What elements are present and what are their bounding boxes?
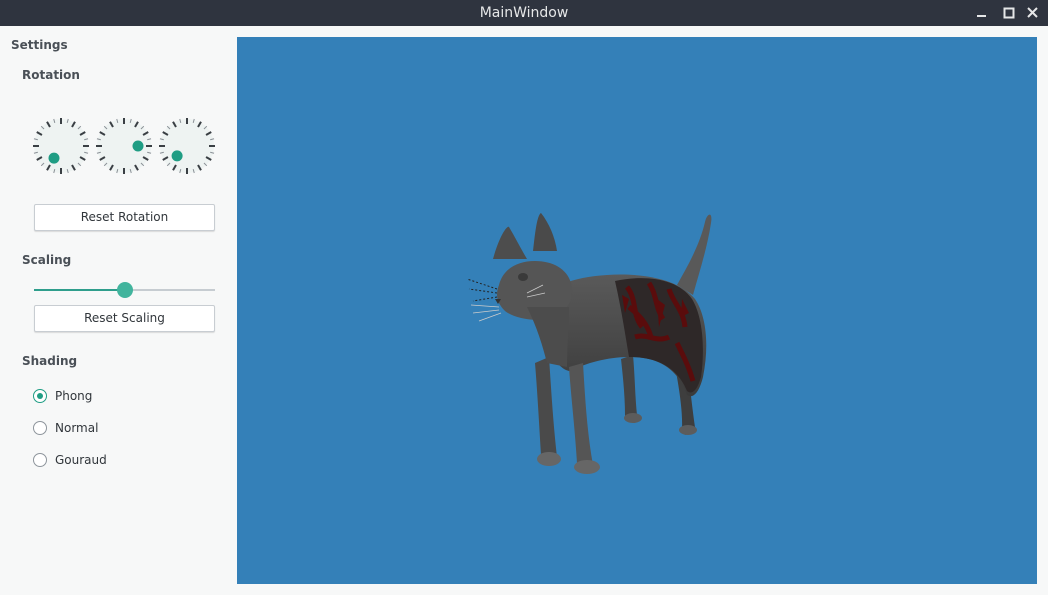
scaling-heading: Scaling (22, 253, 72, 267)
close-button[interactable] (1023, 3, 1043, 23)
minimize-button[interactable] (972, 3, 992, 23)
cat-model (466, 213, 712, 474)
dial-face (159, 118, 215, 174)
scaling-slider[interactable] (34, 280, 215, 300)
maximize-button[interactable] (999, 3, 1019, 23)
rotation-dial-x[interactable] (32, 117, 90, 175)
radio-label: Phong (55, 389, 93, 403)
settings-panel: Settings Rotation Reset Rotation Scaling… (0, 26, 232, 595)
title-bar: MainWindow (0, 0, 1048, 26)
close-icon (1027, 7, 1038, 18)
dial-knob (171, 150, 183, 162)
dial-knob (48, 152, 60, 164)
settings-title: Settings (11, 38, 68, 52)
minimize-icon (977, 15, 986, 17)
radio-button[interactable] (33, 389, 47, 403)
dial-knob (132, 140, 144, 152)
main-window: Settings Rotation Reset Rotation Scaling… (0, 26, 1048, 595)
rotation-heading: Rotation (22, 68, 80, 82)
rotation-dial-z[interactable] (158, 117, 216, 175)
radio-button[interactable] (33, 421, 47, 435)
reset-rotation-button[interactable]: Reset Rotation (34, 204, 215, 231)
radio-dot (37, 393, 43, 399)
slider-handle[interactable] (116, 282, 133, 298)
slider-fill (34, 289, 125, 291)
reset-scaling-button[interactable]: Reset Scaling (34, 305, 215, 332)
shading-heading: Shading (22, 354, 78, 368)
render-viewport[interactable] (237, 37, 1037, 584)
maximize-icon (1003, 7, 1015, 19)
rotation-dial-y[interactable] (95, 117, 153, 175)
dial-face (33, 118, 89, 174)
window-title: MainWindow (479, 5, 569, 21)
dial-face (96, 118, 152, 174)
radio-label: Normal (55, 421, 99, 435)
radio-button[interactable] (33, 453, 47, 467)
radio-label: Gouraud (55, 453, 107, 467)
